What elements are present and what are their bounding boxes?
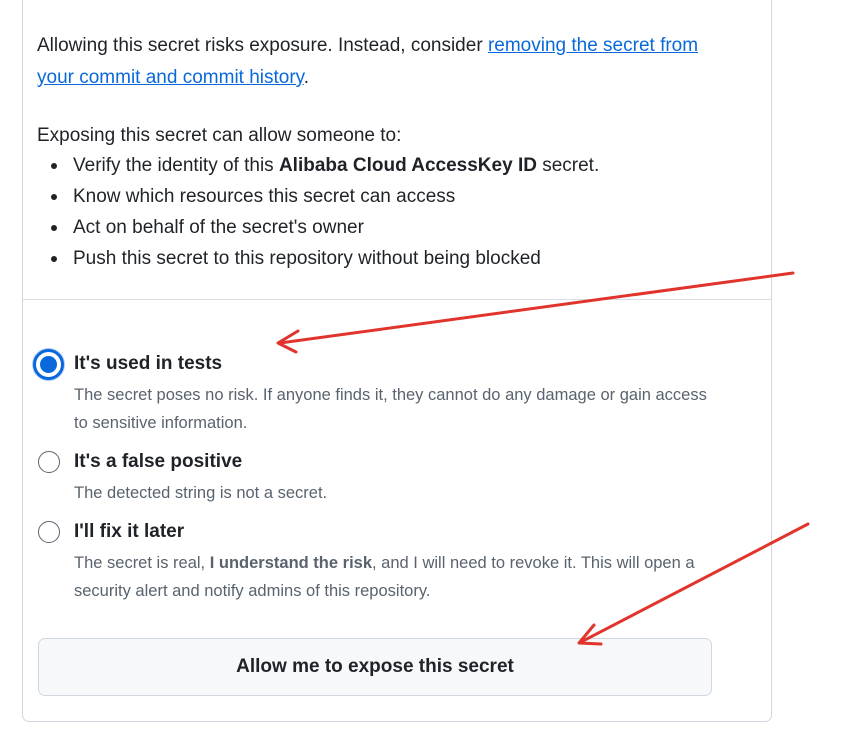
list-item: Know which resources this secret can acc… (37, 181, 599, 212)
intro-text: Allowing this secret risks exposure. Ins… (37, 35, 488, 56)
option-desc-bold: I understand the risk (209, 554, 373, 572)
secret-type-name: Alibaba Cloud AccessKey ID (278, 155, 537, 176)
option-title: It's used in tests (74, 353, 223, 374)
risk-text-end: secret. (536, 155, 600, 176)
intro-text-end: . (303, 67, 310, 88)
option-description: The secret is real, I understand the ris… (74, 549, 724, 605)
radio-fix-later[interactable] (38, 521, 60, 543)
list-item: Verify the identity of this Alibaba Clou… (37, 150, 599, 181)
list-item: Act on behalf of the secret's owner (37, 212, 599, 243)
exposure-heading: Exposing this secret can allow someone t… (37, 125, 402, 146)
radio-used-in-tests[interactable] (33, 349, 64, 380)
radio-false-positive[interactable] (38, 451, 60, 473)
option-title: I'll fix it later (74, 521, 185, 542)
section-divider (23, 299, 771, 300)
option-title: It's a false positive (74, 451, 243, 472)
option-desc-text: The secret is real, (74, 554, 210, 572)
list-item: Push this secret to this repository with… (37, 243, 599, 274)
intro-paragraph: Allowing this secret risks exposure. Ins… (37, 30, 717, 94)
option-description: The secret poses no risk. If anyone find… (74, 386, 707, 432)
risk-text: Verify the identity of this (73, 155, 279, 176)
allow-expose-secret-button[interactable]: Allow me to expose this secret (38, 638, 712, 696)
option-description: The detected string is not a secret. (74, 484, 328, 502)
exposure-risk-list: Verify the identity of this Alibaba Clou… (37, 150, 599, 274)
